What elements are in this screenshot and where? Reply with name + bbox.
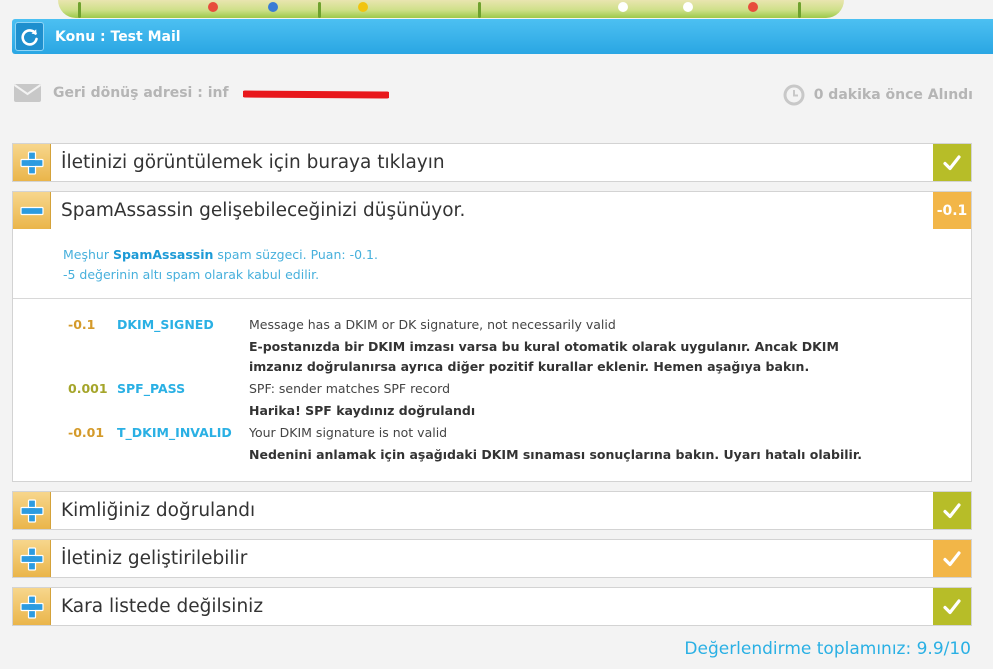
refresh-button[interactable] xyxy=(15,22,44,51)
panel-intro: Meşhur SpamAssassin spam süzgeci. Puan: … xyxy=(63,245,378,285)
check-icon xyxy=(943,502,961,518)
received-label: 0 dakika önce Alındı xyxy=(813,87,973,103)
banner-illustration xyxy=(58,0,844,18)
rule-name: SPF_PASS xyxy=(117,381,186,396)
rule-description: SPF: sender matches SPF record xyxy=(249,381,451,396)
intro-prefix: Meşhur xyxy=(63,247,113,262)
subject-bar: Konu : Test Mail xyxy=(12,19,993,54)
section-title: İletinizi görüntülemek için buraya tıkla… xyxy=(61,152,445,173)
plus-icon xyxy=(19,594,44,619)
rule-note: Nedenini anlamak için aşağıdaki DKIM sın… xyxy=(249,447,862,462)
subject-title: Konu : Test Mail xyxy=(55,28,181,45)
section-blacklist[interactable]: Kara listede değilsiniz xyxy=(12,587,972,626)
divider xyxy=(13,298,971,299)
meta-row: Geri dönüş adresi : inf 0 dakika önce Al… xyxy=(13,83,973,109)
check-icon xyxy=(943,598,961,614)
check-icon xyxy=(943,550,961,566)
rule-note: E-postanızda bir DKIM imzası varsa bu ku… xyxy=(249,339,839,374)
check-icon xyxy=(943,154,961,170)
total-score: Değerlendirme toplamınız: 9.9/10 xyxy=(684,639,971,659)
section-title: Kimliğiniz doğrulandı xyxy=(61,500,256,521)
rule-name: DKIM_SIGNED xyxy=(117,317,214,332)
received-time: 0 dakika önce Alındı xyxy=(782,83,973,107)
redaction-mark xyxy=(243,90,389,99)
collapse-button[interactable] xyxy=(13,192,51,229)
rule-description: Your DKIM signature is not valid xyxy=(249,425,448,440)
rule-score: 0.001 xyxy=(68,381,108,396)
section-authenticated[interactable]: Kimliğiniz doğrulandı xyxy=(12,491,972,530)
status-badge xyxy=(933,540,971,577)
plus-icon xyxy=(19,150,44,175)
plus-icon xyxy=(19,498,44,523)
rule-description: Message has a DKIM or DK signature, not … xyxy=(249,317,616,332)
section-spamassassin[interactable]: SpamAssassin gelişebileceğinizi düşünüyo… xyxy=(12,191,972,230)
refresh-icon xyxy=(20,28,38,46)
minus-icon xyxy=(19,206,44,215)
section-title: SpamAssassin gelişebileceğinizi düşünüyo… xyxy=(61,200,466,221)
status-badge xyxy=(933,492,971,529)
status-badge xyxy=(933,144,971,181)
rule-name: T_DKIM_INVALID xyxy=(117,425,232,440)
mail-icon xyxy=(13,84,42,102)
expand-button[interactable] xyxy=(13,588,51,625)
intro-suffix: spam süzgeci. Puan: -0.1. xyxy=(213,247,378,262)
section-title: İletiniz geliştirilebilir xyxy=(61,548,248,569)
section-view-message[interactable]: İletinizi görüntülemek için buraya tıkla… xyxy=(12,143,972,182)
expand-button[interactable] xyxy=(13,492,51,529)
expand-button[interactable] xyxy=(13,540,51,577)
rule-score: -0.1 xyxy=(68,317,96,332)
clock-icon xyxy=(783,84,805,106)
return-address-label: Geri dönüş adresi : inf xyxy=(53,85,229,101)
section-title: Kara listede değilsiniz xyxy=(61,596,264,617)
status-badge xyxy=(933,588,971,625)
rule-note: Harika! SPF kaydınız doğrulandı xyxy=(249,403,476,418)
spamassassin-panel: Meşhur SpamAssassin spam süzgeci. Puan: … xyxy=(12,229,972,482)
score-badge: -0.1 xyxy=(933,192,971,229)
intro-brand: SpamAssassin xyxy=(112,247,214,262)
header-banner xyxy=(0,0,993,18)
section-improvable[interactable]: İletiniz geliştirilebilir xyxy=(12,539,972,578)
return-address: Geri dönüş adresi : inf xyxy=(13,83,229,103)
rule-score: -0.01 xyxy=(68,425,105,440)
intro-threshold: -5 değerinin altı spam olarak kabul edil… xyxy=(63,267,320,282)
plus-icon xyxy=(19,546,44,571)
expand-button[interactable] xyxy=(13,144,51,181)
